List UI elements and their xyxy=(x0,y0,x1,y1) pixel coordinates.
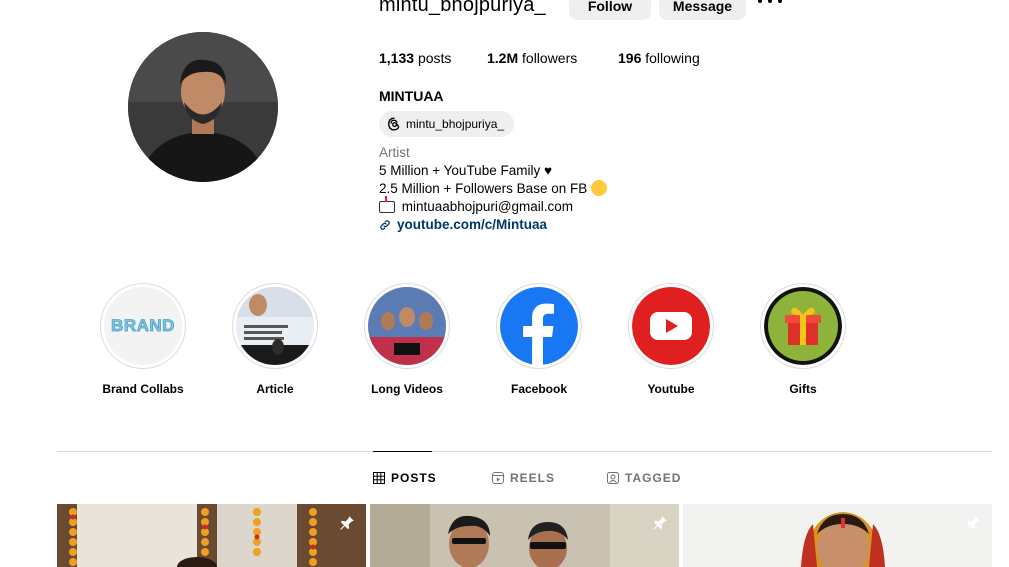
followers-word: followers xyxy=(522,50,578,66)
tabs-divider xyxy=(57,451,992,452)
tab-tagged-label: TAGGED xyxy=(625,471,682,485)
profile-link-text: youtube.com/c/Mintuaa xyxy=(397,217,548,232)
article-image xyxy=(236,287,314,365)
long-videos-image xyxy=(368,287,446,365)
followers-number: 1.2M xyxy=(487,50,519,66)
highlight-ring xyxy=(232,283,318,369)
profile-link[interactable]: youtube.com/c/Mintuaa xyxy=(379,216,607,234)
bio-line: mintuaabhojpuri@gmail.com xyxy=(379,196,607,216)
post-thumbnail[interactable] xyxy=(683,504,992,567)
tab-posts[interactable]: POSTS xyxy=(373,471,437,485)
highlight-label: Youtube xyxy=(647,382,695,396)
youtube-icon xyxy=(632,287,710,365)
facebook-icon xyxy=(500,287,578,365)
profile-avatar[interactable] xyxy=(128,32,278,182)
tab-tagged[interactable]: TAGGED xyxy=(607,471,681,485)
brand-thumbnail-text: BRAND xyxy=(111,316,175,336)
highlight-ring xyxy=(760,283,846,369)
pin-icon xyxy=(966,516,980,530)
profile-bio: Artist 5 Million + YouTube Family ♥ 2.5 … xyxy=(379,144,607,234)
profile-category: Artist xyxy=(379,145,410,160)
highlight-article[interactable]: Article xyxy=(232,283,318,396)
highlight-facebook[interactable]: Facebook xyxy=(496,283,582,396)
active-tab-indicator xyxy=(373,451,432,452)
highlight-brand-collabs[interactable]: BRAND Brand Collabs xyxy=(100,283,186,396)
following-count[interactable]: 196 following xyxy=(618,50,700,66)
tagged-icon xyxy=(607,472,619,484)
highlight-gifts[interactable]: Gifts xyxy=(760,283,846,396)
profile-username: mintu_bhojpuriya_ xyxy=(379,0,546,16)
bio-line: 2.5 Million + Followers Base on FB xyxy=(379,180,607,198)
article-thumbnail xyxy=(236,287,314,365)
posts-number: 1,133 xyxy=(379,50,415,66)
post-thumbnail[interactable] xyxy=(370,504,679,567)
tab-reels[interactable]: REELS xyxy=(492,471,555,485)
highlight-ring xyxy=(364,283,450,369)
tab-reels-label: REELS xyxy=(510,471,556,485)
highlight-label: Brand Collabs xyxy=(102,382,184,396)
smile-emoji-icon xyxy=(590,180,607,196)
post-image xyxy=(370,504,679,567)
post-image xyxy=(57,504,366,567)
highlight-ring xyxy=(496,283,582,369)
threads-badge[interactable]: mintu_bhojpuriya_ xyxy=(379,111,515,137)
bio-line: 5 Million + YouTube Family ♥ xyxy=(379,162,607,180)
long-videos-thumbnail xyxy=(368,287,446,365)
avatar-image xyxy=(128,32,278,182)
reels-icon xyxy=(492,472,504,484)
highlight-label: Article xyxy=(256,382,294,396)
highlight-ring xyxy=(628,283,714,369)
post-image xyxy=(683,504,992,567)
profile-full-name: MINTUAA xyxy=(379,88,444,104)
highlight-youtube[interactable]: Youtube xyxy=(628,283,714,396)
following-word: following xyxy=(645,50,700,66)
threads-icon xyxy=(388,117,400,131)
grid-icon xyxy=(373,472,385,484)
mailbox-icon xyxy=(379,196,395,213)
highlight-ring: BRAND xyxy=(100,283,186,369)
bio-line-2: 2.5 Million + Followers Base on FB xyxy=(379,181,588,196)
posts-count: 1,133 posts xyxy=(379,50,451,66)
posts-word: posts xyxy=(417,50,452,66)
bio-line-1: 5 Million + YouTube Family xyxy=(379,163,541,178)
highlight-label: Long Videos xyxy=(371,382,443,396)
gift-icon xyxy=(764,287,842,365)
link-icon xyxy=(380,220,390,230)
post-thumbnail[interactable] xyxy=(57,504,366,567)
highlight-long-videos[interactable]: Long Videos xyxy=(364,283,450,396)
follow-button[interactable]: Follow xyxy=(569,0,651,20)
more-options-icon[interactable] xyxy=(758,0,782,8)
brand-collabs-thumbnail: BRAND xyxy=(104,287,182,365)
highlight-label: Facebook xyxy=(510,382,567,396)
highlight-label: Gifts xyxy=(789,382,817,396)
threads-handle: mintu_bhojpuriya_ xyxy=(406,117,505,131)
bio-email: mintuaabhojpuri@gmail.com xyxy=(401,199,574,214)
tab-posts-label: POSTS xyxy=(391,471,437,485)
message-button[interactable]: Message xyxy=(659,0,746,20)
pin-icon xyxy=(340,516,354,530)
following-number: 196 xyxy=(618,50,642,66)
followers-count[interactable]: 1.2M followers xyxy=(487,50,577,66)
heart-icon: ♥ xyxy=(543,163,552,178)
pin-icon xyxy=(653,516,667,530)
